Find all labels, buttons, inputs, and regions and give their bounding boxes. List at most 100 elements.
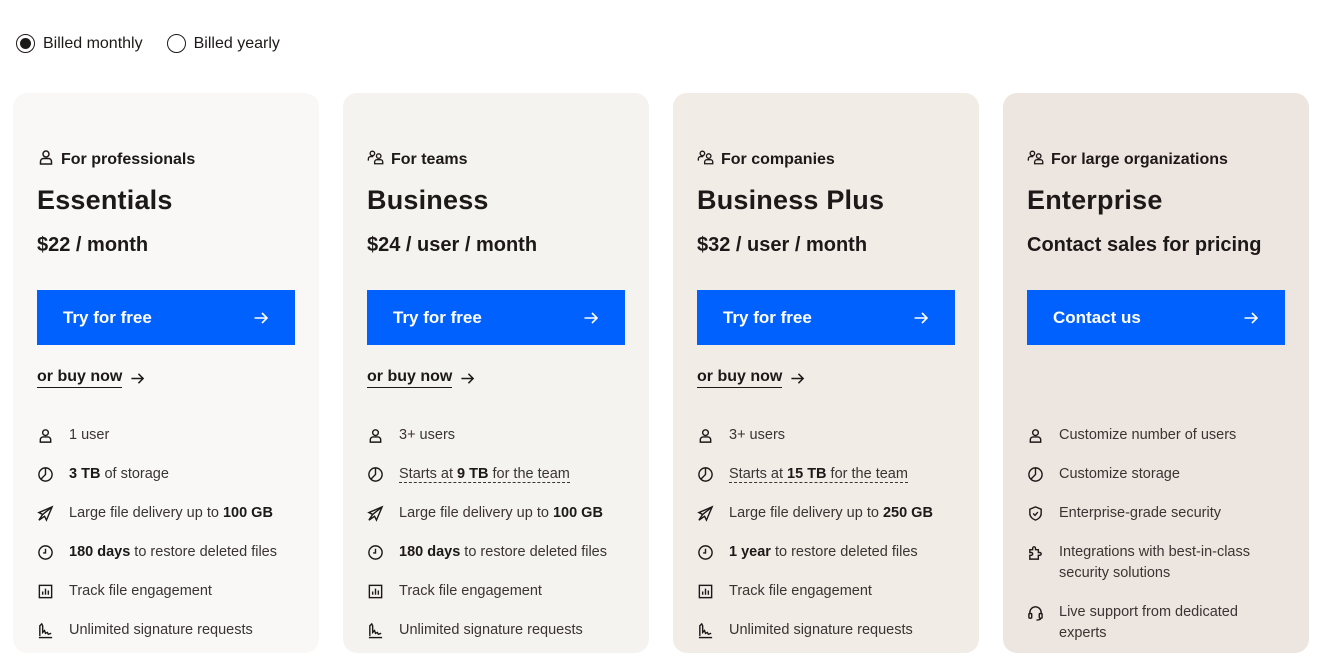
feature-item: Live support from dedicated experts [1027, 602, 1289, 644]
feature-text: 1 user [69, 425, 109, 446]
feature-text: Large file delivery up to 250 GB [729, 503, 933, 524]
plan-price: $32 / user / month [697, 234, 868, 256]
feature-highlight: 100 GB [222, 505, 273, 521]
feature-item: Customize storage [1027, 464, 1289, 485]
billed-yearly-label: Billed yearly [193, 34, 280, 52]
storage-icon [37, 464, 55, 485]
feature-text: 180 days to restore deleted files [69, 542, 277, 563]
feature-text: Unlimited signature requests [69, 620, 253, 641]
buy-now-link[interactable]: or buy now [697, 368, 805, 388]
try-for-free-button[interactable]: Try for free [367, 290, 625, 345]
chart-icon [367, 581, 385, 602]
plan-name: Business [367, 185, 489, 215]
feature-text-part: to restore deleted files [770, 544, 918, 560]
user-icon [1027, 425, 1045, 446]
feature-text-part: Customize number of users [1059, 427, 1237, 443]
feature-item: Track file engagement [37, 581, 299, 602]
headset-icon [1027, 602, 1045, 623]
plan-audience: For large organizations [1027, 148, 1228, 171]
feature-text-part: for the team [826, 466, 908, 482]
feature-list: 1 user 3 TB of storage Large file delivery… [37, 425, 299, 659]
billed-monthly-option[interactable]: Billed monthly [16, 34, 143, 53]
storage-icon [697, 464, 715, 485]
storage-icon [1027, 464, 1045, 485]
feature-item: Large file delivery up to 100 GB [37, 503, 299, 524]
send-icon [37, 503, 55, 524]
buy-now-link[interactable]: or buy now [367, 368, 475, 388]
plan-name: Business Plus [697, 185, 885, 215]
feature-text: Customize storage [1059, 464, 1180, 485]
feature-text: Track file engagement [729, 581, 872, 602]
arrow-right-icon [1243, 310, 1259, 326]
plan-audience: For professionals [37, 148, 195, 171]
puzzle-icon [1027, 542, 1045, 563]
feature-text-part: Track file engagement [399, 583, 542, 599]
send-icon [367, 503, 385, 524]
feature-text-part: Track file engagement [69, 583, 212, 599]
clock-icon [37, 542, 55, 563]
pricing-card: For large organizations Enterprise Contact… [1003, 93, 1309, 653]
feature-text-part: Unlimited signature requests [69, 622, 253, 638]
feature-item: Unlimited signature requests [697, 620, 959, 641]
feature-text: Track file engagement [399, 581, 542, 602]
feature-text-part: Unlimited signature requests [729, 622, 913, 638]
arrow-right-icon [790, 371, 805, 386]
feature-text: Enterprise-grade security [1059, 503, 1221, 524]
shield-icon [1027, 503, 1045, 524]
try-for-free-button[interactable]: Try for free [697, 290, 955, 345]
feature-text[interactable]: Starts at 15 TB for the team [729, 464, 908, 485]
team-icon [1027, 148, 1045, 171]
plan-audience: For teams [367, 148, 467, 171]
person-icon [37, 148, 55, 171]
plan-audience: For companies [697, 148, 835, 171]
clock-icon [367, 542, 385, 563]
pricing-card: For teams Business $24 / user / month Try f… [343, 93, 649, 653]
feature-text-part: Customize storage [1059, 466, 1180, 482]
radio-yearly[interactable] [166, 34, 186, 53]
feature-item: 1 year to restore deleted files [697, 542, 959, 563]
feature-item: Track file engagement [697, 581, 959, 602]
plan-price: $24 / user / month [367, 234, 538, 256]
user-icon [37, 425, 55, 446]
feature-item: Large file delivery up to 250 GB [697, 503, 959, 524]
feature-item: 1 user [37, 425, 299, 446]
buy-now-label: or buy now [367, 368, 453, 388]
feature-text-part: for the team [488, 466, 570, 482]
cta-label: Try for free [63, 307, 152, 327]
feature-item: Starts at 15 TB for the team [697, 464, 959, 485]
feature-text-part: Integrations with best-in-class security… [1059, 544, 1250, 581]
billed-yearly-option[interactable]: Billed yearly [166, 34, 280, 53]
feature-list: 3+ users Starts at 15 TB for the team Larg… [697, 425, 959, 659]
feature-list: Customize number of users Customize stora… [1027, 425, 1289, 662]
feature-item: 3+ users [697, 425, 959, 446]
feature-text-part: 3+ users [399, 427, 456, 443]
feature-item: Unlimited signature requests [37, 620, 299, 641]
feature-text: 1 year to restore deleted files [729, 542, 918, 563]
cta-label: Try for free [393, 307, 482, 327]
billed-monthly-label: Billed monthly [43, 34, 143, 52]
feature-item: Customize number of users [1027, 425, 1289, 446]
feature-text-part: to restore deleted files [460, 544, 607, 560]
feature-text: Unlimited signature requests [729, 620, 913, 641]
feature-item: 3+ users [367, 425, 629, 446]
try-for-free-button[interactable]: Try for free [37, 290, 295, 345]
storage-icon [367, 464, 385, 485]
pricing-cards: For professionals Essentials $22 / month Tr… [13, 93, 1309, 653]
feature-text[interactable]: Starts at 9 TB for the team [399, 464, 570, 485]
feature-text-part: Starts at [399, 466, 458, 482]
feature-text-part: Starts at [729, 466, 788, 482]
clock-icon [697, 542, 715, 563]
feature-text-part: 3+ users [729, 427, 786, 443]
feature-text-part: Large file delivery up to [69, 505, 223, 521]
radio-monthly[interactable] [16, 34, 35, 53]
buy-now-link[interactable]: or buy now [37, 368, 145, 388]
send-icon [697, 503, 715, 524]
feature-highlight: 180 days [399, 544, 461, 560]
contact-us-button[interactable]: Contact us [1027, 290, 1285, 345]
feature-text: Unlimited signature requests [399, 620, 583, 641]
feature-text-part: 1 user [69, 427, 110, 443]
feature-text-part: to restore deleted files [130, 544, 277, 560]
feature-text: 3 TB of storage [69, 464, 169, 485]
feature-item: Unlimited signature requests [367, 620, 629, 641]
plan-audience-label: For companies [721, 150, 835, 168]
